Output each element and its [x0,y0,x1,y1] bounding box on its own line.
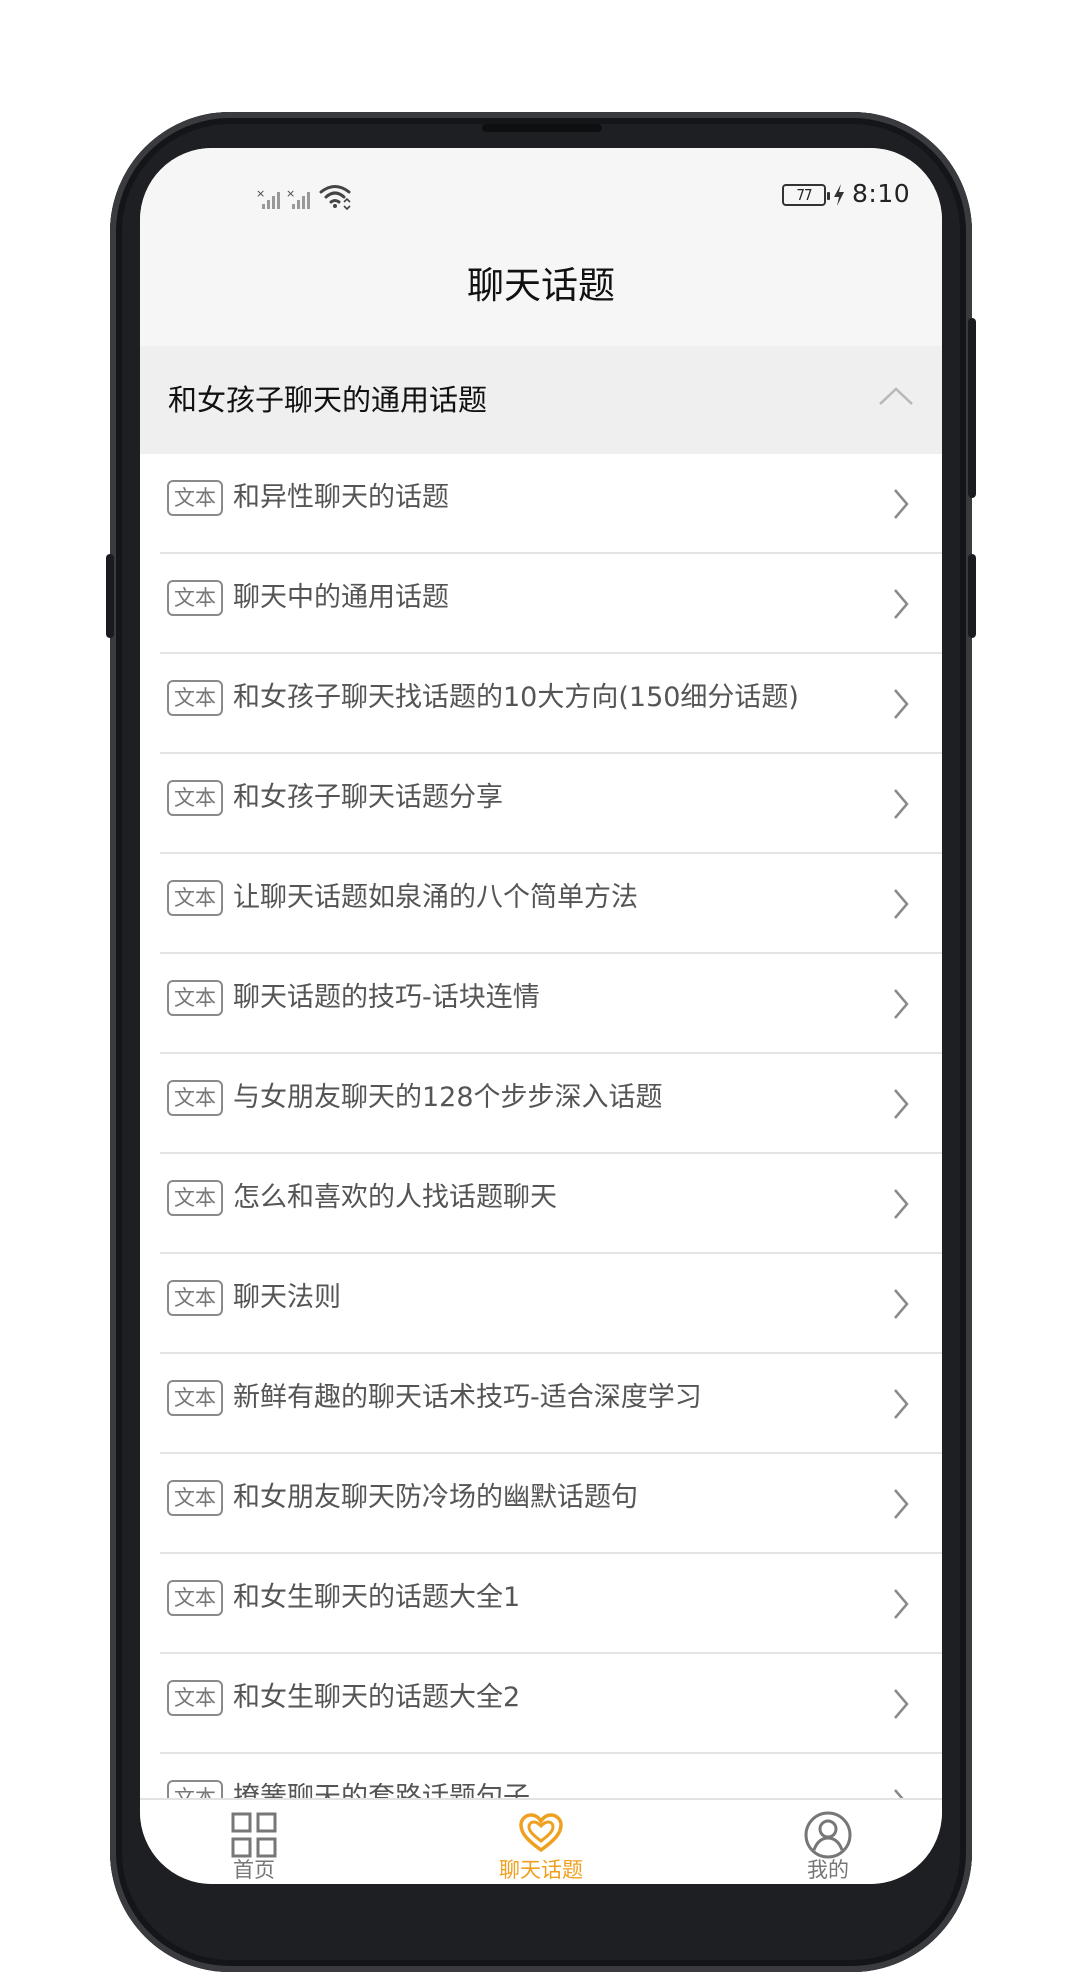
list-item[interactable]: 文本 和女朋友聊天防冷场的幽默话题句 [140,1454,942,1554]
battery-level: 77 [796,186,812,204]
chevron-right-icon [894,1689,909,1719]
text-tag: 文本 [167,1680,223,1716]
heart-chat-icon [519,1813,563,1853]
list-item[interactable]: 文本 和女生聊天的话题大全1 [140,1554,942,1654]
tab-profile[interactable]: 我的 [748,1800,908,1884]
svg-text:×: × [286,188,295,200]
signal-no-sim-icon: × [256,188,280,209]
battery-icon: 77 [782,184,830,206]
list-item-label: 怎么和喜欢的人找话题聊天 [233,1182,557,1213]
tab-label: 我的 [807,1858,849,1882]
chevron-right-icon [894,989,909,1019]
signal-no-sim-icon: × [286,188,310,209]
chevron-right-icon [894,889,909,919]
phone-frame: × × 77 8:10 聊天话题 和女孩子聊天的通用话题 文本 和异性聊天的话题… [106,112,976,1972]
list-item[interactable]: 文本 聊天中的通用话题 [140,554,942,654]
list-item-label: 让聊天话题如泉涌的八个简单方法 [233,882,638,913]
grid-icon [231,1812,277,1858]
list-item-label: 和异性聊天的话题 [233,482,449,513]
charging-icon [834,184,844,206]
list-item-label: 撩簧聊天的套路话题句子 [233,1782,530,1798]
list-item[interactable]: 文本 聊天法则 [140,1254,942,1354]
list-item-label: 聊天中的通用话题 [233,582,449,613]
section-title: 和女孩子聊天的通用话题 [168,383,488,417]
text-tag: 文本 [167,480,223,516]
chevron-right-icon [894,789,909,819]
text-tag: 文本 [167,780,223,816]
chevron-right-icon [894,1789,904,1798]
text-tag: 文本 [167,1280,223,1316]
tab-label: 聊天话题 [499,1858,583,1882]
side-button [106,554,114,638]
text-tag: 文本 [167,1080,223,1116]
text-tag: 文本 [167,1380,223,1416]
text-tag: 文本 [167,1480,223,1516]
list-item[interactable]: 文本 和女生聊天的话题大全2 [140,1654,942,1754]
chevron-right-icon [894,1089,909,1119]
list-item[interactable]: 文本 新鲜有趣的聊天话术技巧-适合深度学习 [140,1354,942,1454]
chevron-right-icon [894,1489,909,1519]
chevron-right-icon [894,1189,909,1219]
chevron-right-icon [894,1389,909,1419]
list-item[interactable]: 文本 和女孩子聊天话题分享 [140,754,942,854]
list-item[interactable]: 文本 怎么和喜欢的人找话题聊天 [140,1154,942,1254]
list-item[interactable]: 文本 撩簧聊天的套路话题句子 [140,1754,942,1798]
list-item-label: 聊天话题的技巧-话块连情 [233,982,540,1013]
tab-chat-topics[interactable]: 聊天话题 [461,1800,621,1884]
list-item[interactable]: 文本 和异性聊天的话题 [140,454,942,554]
volume-button [968,318,976,498]
text-tag: 文本 [167,880,223,916]
list-item-label: 和女孩子聊天找话题的10大方向(150细分话题) [233,682,799,713]
status-bar: × × 77 8:10 [140,148,942,238]
tab-home[interactable]: 首页 [174,1800,334,1884]
earpiece-speaker [482,124,602,132]
clock: 8:10 [852,179,911,208]
list-item[interactable]: 文本 和女孩子聊天找话题的10大方向(150细分话题) [140,654,942,754]
bottom-tab-bar: 首页 聊天话题 我的 [140,1798,942,1884]
list-item[interactable]: 文本 让聊天话题如泉涌的八个简单方法 [140,854,942,954]
list-item-label: 新鲜有趣的聊天话术技巧-适合深度学习 [233,1382,702,1413]
chevron-right-icon [894,489,909,519]
text-tag: 文本 [167,1180,223,1216]
title-bar: 聊天话题 [140,238,942,346]
list-item-label: 和女生聊天的话题大全1 [233,1582,521,1613]
chevron-right-icon [894,689,909,719]
text-tag: 文本 [167,1780,223,1798]
chevron-up-icon[interactable] [878,386,914,406]
list-item-label: 和女朋友聊天防冷场的幽默话题句 [233,1482,638,1513]
list-item[interactable]: 文本 与女朋友聊天的128个步步深入话题 [140,1054,942,1154]
chevron-right-icon [894,1589,909,1619]
topic-list: 文本 和异性聊天的话题 文本 聊天中的通用话题 文本 和女孩子聊天找话题的10大… [140,454,942,1798]
list-item-label: 与女朋友聊天的128个步步深入话题 [233,1082,663,1113]
user-icon [804,1811,852,1859]
app-screen: × × 77 8:10 聊天话题 和女孩子聊天的通用话题 文本 和异性聊天的话题… [140,148,942,1884]
svg-text:×: × [256,188,265,200]
text-tag: 文本 [167,580,223,616]
list-item[interactable]: 文本 聊天话题的技巧-话块连情 [140,954,942,1054]
list-item-label: 聊天法则 [233,1282,341,1313]
text-tag: 文本 [167,680,223,716]
text-tag: 文本 [167,980,223,1016]
chevron-right-icon [894,1289,909,1319]
chevron-right-icon [894,589,909,619]
tab-label: 首页 [233,1858,275,1882]
list-item-label: 和女生聊天的话题大全2 [233,1682,521,1713]
list-item-label: 和女孩子聊天话题分享 [233,782,503,813]
page-title: 聊天话题 [467,264,615,307]
power-button [968,554,976,638]
section-header[interactable]: 和女孩子聊天的通用话题 [140,346,942,454]
text-tag: 文本 [167,1580,223,1616]
wifi-icon [319,185,351,210]
